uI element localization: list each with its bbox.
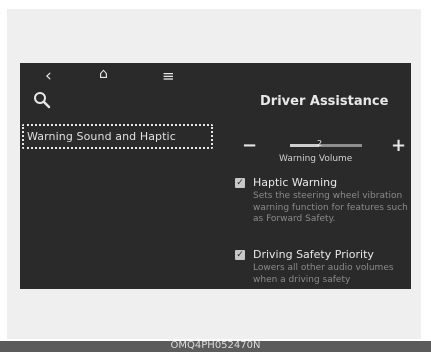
search-result-chip[interactable]: Warning Sound and Haptic xyxy=(22,124,213,149)
slider-fill xyxy=(290,144,319,147)
volume-decrease-button[interactable]: − xyxy=(242,136,257,156)
volume-increase-button[interactable]: + xyxy=(391,136,406,156)
warning-volume-label: Warning Volume xyxy=(279,154,353,164)
haptic-warning-description: Sets the steering wheel vibration warnin… xyxy=(253,191,408,224)
top-bar: ‹ ⌂ ≡ xyxy=(20,63,411,91)
haptic-warning-checkbox[interactable]: ✓ xyxy=(235,178,245,188)
figure-code: OMQ4PH052470N xyxy=(170,340,261,351)
driving-safety-priority-title[interactable]: Driving Safety Priority xyxy=(253,248,374,261)
infotainment-screen: ‹ ⌂ ≡ Warning Sound and Haptic Driver As… xyxy=(20,63,411,289)
slider-value: 2 xyxy=(317,139,323,148)
back-icon[interactable]: ‹ xyxy=(45,67,52,85)
warning-volume-slider[interactable] xyxy=(290,144,362,147)
haptic-warning-title[interactable]: Haptic Warning xyxy=(253,176,337,189)
driving-safety-priority-checkbox[interactable]: ✓ xyxy=(235,250,245,260)
panel-title: Driver Assistance xyxy=(260,94,389,109)
home-icon[interactable]: ⌂ xyxy=(99,65,108,83)
menu-icon[interactable]: ≡ xyxy=(162,67,175,85)
search-icon[interactable] xyxy=(32,90,52,110)
driving-safety-priority-description: Lowers all other audio volumes when a dr… xyxy=(253,263,394,285)
